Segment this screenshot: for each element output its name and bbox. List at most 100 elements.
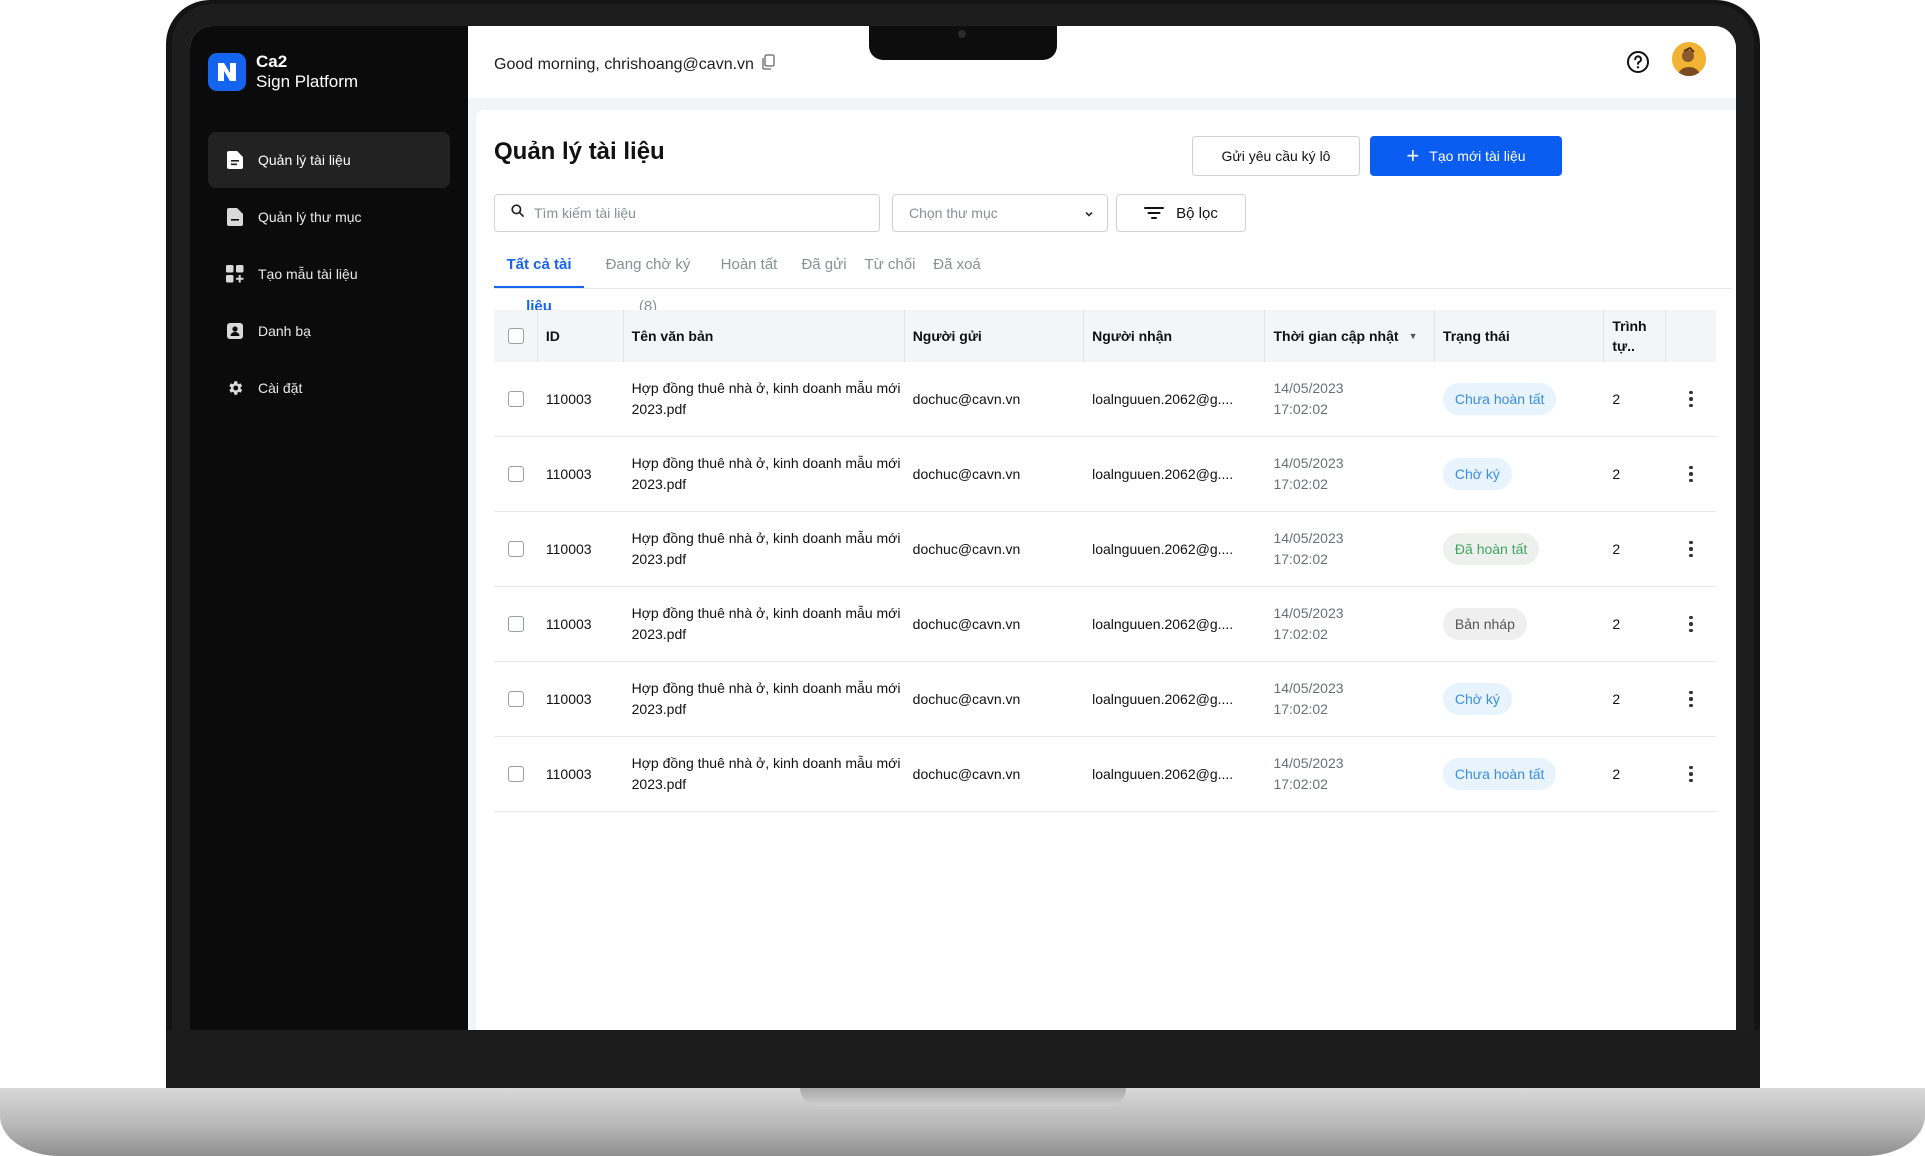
cell-status: Chờ ký	[1435, 437, 1604, 511]
tab-all-documents[interactable]: Tất cả tài liệu	[494, 244, 584, 315]
cell-status: Chưa hoàn tất	[1435, 737, 1604, 811]
sidebar-item-label: Cài đặt	[258, 380, 303, 396]
sidebar-item-templates[interactable]: Tạo mẫu tài liệu	[208, 246, 450, 302]
cell-sender: dochuc@cavn.vn	[912, 766, 1021, 782]
search-icon	[511, 204, 524, 222]
sidebar-item-label: Quản lý tài liệu	[258, 152, 351, 168]
row-checkbox[interactable]	[508, 691, 524, 707]
more-vertical-icon[interactable]	[1689, 765, 1693, 783]
cell-recipient: loalnguuen.2062@g....	[1092, 766, 1234, 782]
more-vertical-icon[interactable]	[1689, 390, 1693, 408]
sidebar-item-label: Quản lý thư mục	[258, 209, 362, 225]
cell-recipient: loalnguuen.2062@g....	[1092, 466, 1234, 482]
brand[interactable]: Ca2 Sign Platform	[208, 52, 358, 92]
status-badge: Chờ ký	[1442, 683, 1512, 715]
cell-document-name[interactable]: Hợp đồng thuê nhà ở, kinh doanh mẫu mới …	[624, 512, 905, 586]
cell-sequence: 2	[1612, 766, 1621, 782]
cell-updated: 14/05/2023 17:02:02	[1265, 587, 1434, 661]
row-checkbox[interactable]	[508, 391, 524, 407]
row-select-cell	[494, 362, 538, 436]
cell-id: 110003	[545, 616, 592, 632]
cell-id: 110003	[545, 541, 592, 557]
greeting-text: Good morning, chrishoang@cavn.vn	[494, 55, 754, 73]
create-document-label: Tạo mới tài liệu	[1429, 148, 1526, 164]
more-vertical-icon[interactable]	[1689, 465, 1693, 483]
help-icon[interactable]	[1626, 50, 1650, 79]
row-actions-cell	[1666, 737, 1716, 811]
cell-time: 17:02:02	[1273, 701, 1328, 717]
row-actions-cell	[1666, 587, 1716, 661]
table-row[interactable]: 110003 Hợp đồng thuê nhà ở, kinh doanh mẫ…	[494, 587, 1716, 662]
tab-completed[interactable]: Hoàn tất	[716, 244, 782, 286]
row-checkbox[interactable]	[508, 616, 524, 632]
cell-document-name[interactable]: Hợp đồng thuê nhà ở, kinh doanh mẫu mới …	[624, 437, 905, 511]
cell-document-name[interactable]: Hợp đồng thuê nhà ở, kinh doanh mẫu mới …	[624, 362, 905, 436]
more-vertical-icon[interactable]	[1689, 540, 1693, 558]
tab-sent[interactable]: Đã gửi	[796, 244, 852, 286]
copy-icon[interactable]	[761, 54, 775, 75]
table-row[interactable]: 110003 Hợp đồng thuê nhà ở, kinh doanh mẫ…	[494, 512, 1716, 587]
cell-sequence: 2	[1612, 466, 1621, 482]
more-vertical-icon[interactable]	[1689, 615, 1693, 633]
row-actions-cell	[1666, 512, 1716, 586]
row-checkbox[interactable]	[508, 541, 524, 557]
sidebar: Ca2 Sign Platform Quản lý tài liệu Quản …	[190, 26, 468, 1030]
cell-document-name[interactable]: Hợp đồng thuê nhà ở, kinh doanh mẫu mới …	[624, 662, 905, 736]
column-header-name[interactable]: Tên văn bản	[624, 310, 905, 362]
cell-recipient: loalnguuen.2062@g....	[1092, 691, 1234, 707]
cell-document-name[interactable]: Hợp đồng thuê nhà ở, kinh doanh mẫu mới …	[624, 587, 905, 661]
cell-document-name[interactable]: Hợp đồng thuê nhà ở, kinh doanh mẫu mới …	[624, 737, 905, 811]
cell-date: 14/05/2023	[1273, 380, 1344, 396]
status-badge: Bản nháp	[1442, 608, 1527, 640]
batch-sign-request-button[interactable]: Gửi yêu cầu ký lô	[1192, 136, 1360, 176]
cell-date: 14/05/2023	[1273, 530, 1344, 546]
row-actions-cell	[1666, 437, 1716, 511]
cell-updated: 14/05/2023 17:02:02	[1265, 512, 1434, 586]
gear-icon	[226, 379, 244, 397]
cell-updated: 14/05/2023 17:02:02	[1265, 362, 1434, 436]
table-row[interactable]: 110003 Hợp đồng thuê nhà ở, kinh doanh mẫ…	[494, 362, 1716, 437]
table-row[interactable]: 110003 Hợp đồng thuê nhà ở, kinh doanh mẫ…	[494, 737, 1716, 812]
avatar[interactable]	[1672, 42, 1706, 76]
cell-sender: dochuc@cavn.vn	[912, 541, 1021, 557]
sidebar-item-folders[interactable]: Quản lý thư mục	[208, 189, 450, 245]
page-title: Quản lý tài liệu	[494, 138, 665, 165]
table-row[interactable]: 110003 Hợp đồng thuê nhà ở, kinh doanh mẫ…	[494, 662, 1716, 737]
sort-down-icon[interactable]: ▼	[1409, 326, 1418, 347]
cell-sender: dochuc@cavn.vn	[912, 466, 1021, 482]
more-vertical-icon[interactable]	[1689, 690, 1693, 708]
greeting: Good morning, chrishoang@cavn.vn	[494, 54, 775, 75]
table-row[interactable]: 110003 Hợp đồng thuê nhà ở, kinh doanh mẫ…	[494, 437, 1716, 512]
column-header-recipient[interactable]: Người nhận	[1084, 310, 1266, 362]
select-all-checkbox[interactable]	[508, 328, 524, 344]
folder-select[interactable]: Chọn thư mục	[892, 194, 1108, 232]
tab-rejected[interactable]: Từ chối	[862, 244, 918, 286]
column-header-sequence[interactable]: Trình tự..	[1604, 310, 1667, 362]
cell-recipient: loalnguuen.2062@g....	[1092, 616, 1234, 632]
column-header-sender[interactable]: Người gửi	[905, 310, 1085, 362]
cell-id: 110003	[545, 691, 592, 707]
cell-date: 14/05/2023	[1273, 755, 1344, 771]
logo-icon	[208, 53, 246, 91]
row-actions-cell	[1666, 662, 1716, 736]
column-header-id[interactable]: ID	[538, 310, 624, 362]
tab-pending-signature[interactable]: Đang chờ ký (8)	[598, 244, 698, 315]
search-input[interactable]: Tìm kiếm tài liệu	[494, 194, 880, 232]
row-checkbox[interactable]	[508, 466, 524, 482]
table-body: 110003 Hợp đồng thuê nhà ở, kinh doanh mẫ…	[494, 362, 1716, 812]
sidebar-item-label: Danh bạ	[258, 323, 311, 339]
sidebar-item-contacts[interactable]: Danh bạ	[208, 303, 450, 359]
status-badge: Chưa hoàn tất	[1442, 383, 1557, 415]
create-document-button[interactable]: + Tạo mới tài liệu	[1370, 136, 1562, 176]
tabs: Tất cả tài liệu Đang chờ ký (8) Hoàn tất…	[494, 244, 1732, 315]
filter-button[interactable]: Bộ lọc	[1116, 194, 1246, 232]
cell-updated: 14/05/2023 17:02:02	[1265, 437, 1434, 511]
tab-deleted[interactable]: Đã xoá	[930, 244, 984, 286]
cell-status: Đã hoàn tất	[1435, 512, 1604, 586]
cell-sequence: 2	[1612, 616, 1621, 632]
column-header-status[interactable]: Trạng thái	[1435, 310, 1605, 362]
column-header-updated[interactable]: Thời gian cập nhật ▼	[1265, 310, 1435, 362]
sidebar-item-settings[interactable]: Cài đặt	[208, 360, 450, 416]
row-checkbox[interactable]	[508, 766, 524, 782]
sidebar-item-documents[interactable]: Quản lý tài liệu	[208, 132, 450, 188]
